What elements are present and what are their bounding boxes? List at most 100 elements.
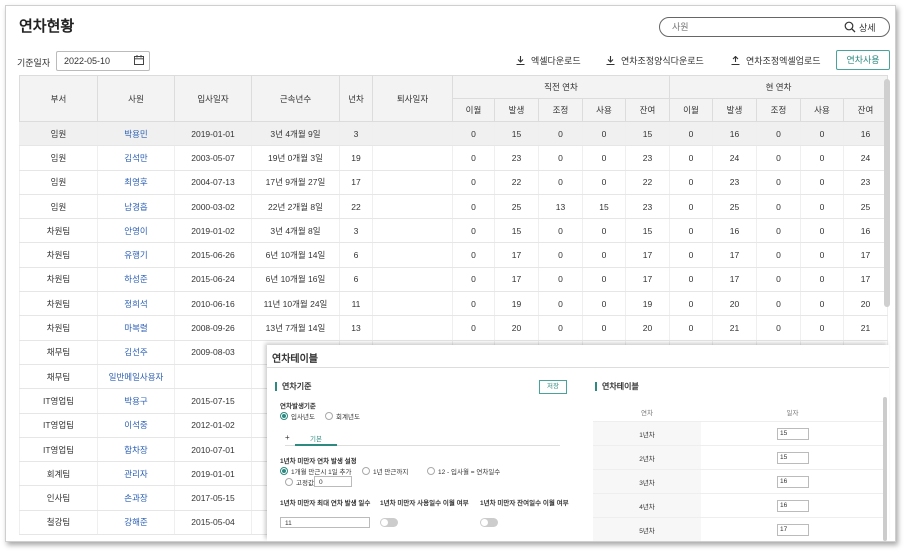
col-header-tenure[interactable]: 근속년수: [251, 75, 340, 122]
year-row: 4년차 16: [593, 493, 885, 518]
col-header-join-date[interactable]: 입사일자: [174, 75, 252, 122]
employee-link[interactable]: 유행기: [97, 242, 175, 268]
radio-empty-icon: [362, 467, 370, 475]
employee-link[interactable]: 함차장: [97, 437, 175, 463]
search-input[interactable]: [672, 20, 832, 33]
under1-opt3-label: 12 - 입사월 = 연차일수: [438, 469, 501, 476]
col-header-employee[interactable]: 사원: [97, 75, 175, 122]
table-row[interactable]: 차원팀 유행기 2015-06-26 6년 10개월 14일 6 0 17 0 0 17 0 17 0 0…: [19, 242, 888, 268]
carry-used-toggle[interactable]: [380, 518, 398, 527]
year-cell: 1년차: [593, 421, 701, 446]
excel-upload-button[interactable]: 연차조정엑셀업로드: [731, 54, 821, 67]
employee-link[interactable]: 관리자: [97, 461, 175, 487]
col-subheader-0: 이월: [452, 98, 495, 122]
col-subheader-9: 잔여: [843, 98, 888, 122]
employee-link[interactable]: 남경흡: [97, 194, 175, 220]
table-row[interactable]: 임원 박용민 2019-01-01 3년 4개월 9일 3 0 15 0 0 15 0 16 0 0 16: [19, 121, 888, 147]
dept-cell: IT영업팀: [19, 388, 98, 414]
employee-link[interactable]: 하성준: [97, 267, 175, 293]
prev-value-cell: 0: [538, 315, 583, 341]
date-label: 기준일자: [17, 58, 51, 68]
col-header-resign-date[interactable]: 퇴사일자: [372, 75, 453, 122]
employee-link[interactable]: 이석중: [97, 413, 175, 438]
employee-link[interactable]: 김석만: [97, 145, 175, 171]
under1-radio-1[interactable]: 1개월 만근시 1일 추가: [280, 466, 352, 476]
leave-use-button[interactable]: 연차사용: [836, 50, 890, 70]
table-row[interactable]: 차원팀 안영이 2019-01-02 3년 4개월 8일 3 0 15 0 0 15 0 16 0 0 16: [19, 218, 888, 244]
under1-radio-2[interactable]: 1년 만근까지: [362, 466, 408, 476]
table-row[interactable]: 차원팀 하성준 2015-06-24 6년 10개월 16일 6 0 17 0 0 17 0 17 0 0…: [19, 267, 888, 293]
employee-link[interactable]: 박용구: [97, 388, 175, 414]
days-input[interactable]: 16: [777, 475, 809, 488]
calendar-icon[interactable]: [134, 55, 144, 65]
days-input[interactable]: 15: [777, 451, 809, 464]
col-header-year: 연차: [641, 409, 653, 417]
table-row[interactable]: 임원 남경흡 2000-03-02 22년 2개월 8일 22 0 25 13 15 23 0 25 0…: [19, 194, 888, 220]
carry-left-toggle[interactable]: [480, 518, 498, 527]
detail-search-button[interactable]: 상세: [859, 21, 876, 34]
col-header-dept[interactable]: 부서: [19, 75, 98, 122]
prev-value-cell: 0: [582, 121, 626, 147]
curr-value-cell: 0: [756, 170, 801, 195]
date-field[interactable]: 2022-05-10: [56, 51, 150, 71]
curr-value-cell: 16: [843, 121, 888, 147]
col-subheader-8: 사용: [800, 98, 844, 122]
days-input[interactable]: 17: [777, 523, 809, 536]
col-subheader-2: 조정: [538, 98, 583, 122]
days-input[interactable]: 16: [777, 499, 809, 512]
fixed-value-input[interactable]: 0: [314, 476, 352, 487]
employee-link[interactable]: 마복렬: [97, 315, 175, 341]
employee-link[interactable]: 최영후: [97, 170, 175, 195]
criteria-radio-fiscal[interactable]: 회계년도: [325, 411, 360, 421]
under1-radio-3[interactable]: 12 - 입사월 = 연차일수: [427, 466, 500, 476]
days-cell: 16: [701, 469, 885, 494]
form-download-button[interactable]: 연차조정양식다운로드: [606, 54, 704, 67]
curr-value-cell: 0: [800, 267, 844, 293]
employee-link[interactable]: 박용민: [97, 121, 175, 147]
col-subheader-3: 사용: [582, 98, 626, 122]
join-date-cell: 2009-08-03: [174, 340, 252, 365]
employee-link[interactable]: 안영이: [97, 218, 175, 244]
year-row: 1년차 15: [593, 421, 885, 446]
tab-basic[interactable]: 기본: [310, 433, 322, 443]
col-header-years[interactable]: 년차: [339, 75, 373, 122]
max-days-input[interactable]: 11: [280, 517, 370, 528]
curr-value-cell: 0: [756, 145, 801, 171]
curr-value-cell: 17: [843, 267, 888, 293]
resign-date-cell: [372, 242, 453, 268]
tab-active-indicator: [295, 444, 337, 446]
excel-download-button[interactable]: 엑셀다운로드: [516, 54, 581, 67]
table-row[interactable]: 임원 김석만 2003-05-07 19년 0개월 3일 19 0 23 0 0 23 0 24 0 0 2…: [19, 145, 888, 171]
curr-value-cell: 0: [669, 291, 713, 317]
prev-value-cell: 0: [582, 145, 626, 171]
employee-link[interactable]: 일반메일사용자: [97, 364, 175, 390]
curr-value-cell: 0: [669, 242, 713, 268]
prev-value-cell: 0: [538, 267, 583, 293]
days-input[interactable]: 15: [777, 427, 809, 440]
max-days-label: 1년차 미만자 최대 연차 발생 일수: [280, 500, 371, 507]
curr-value-cell: 0: [669, 170, 713, 195]
col-header-curr-leave: 현 연차: [669, 75, 888, 99]
table-row[interactable]: 차원팀 마복렬 2008-09-26 13년 7개월 14일 13 0 20 0 0 20 0 21 0…: [19, 315, 888, 341]
join-date-cell: 2017-05-15: [174, 485, 252, 511]
employee-link[interactable]: 손과장: [97, 485, 175, 511]
table-row[interactable]: 차원팀 정희석 2010-06-16 11년 10개월 24일 11 0 19 0 0 19 0 20…: [19, 291, 888, 317]
search-icon[interactable]: [844, 21, 856, 33]
employee-link[interactable]: 정희석: [97, 291, 175, 317]
panel-scrollbar[interactable]: [883, 397, 887, 541]
criteria-radio-join[interactable]: 입사년도: [280, 411, 315, 421]
under1-radio-fixed[interactable]: 고정값: [285, 477, 314, 487]
table-scrollbar[interactable]: [884, 79, 890, 307]
add-tab-button[interactable]: +: [285, 433, 290, 442]
join-date-cell: 2003-05-07: [174, 145, 252, 171]
employee-link[interactable]: 강해준: [97, 510, 175, 536]
curr-value-cell: 0: [756, 291, 801, 317]
years-cell: 6: [339, 242, 373, 268]
curr-value-cell: 23: [712, 170, 757, 195]
employee-link[interactable]: 김선주: [97, 340, 175, 365]
search-box[interactable]: 상세: [659, 17, 890, 37]
save-button[interactable]: 저장: [539, 380, 567, 394]
curr-value-cell: 0: [669, 267, 713, 293]
table-row[interactable]: 임원 최영후 2004-07-13 17년 9개월 27일 17 0 22 0 0 22 0 23 0 0…: [19, 170, 888, 195]
curr-value-cell: 0: [669, 145, 713, 171]
